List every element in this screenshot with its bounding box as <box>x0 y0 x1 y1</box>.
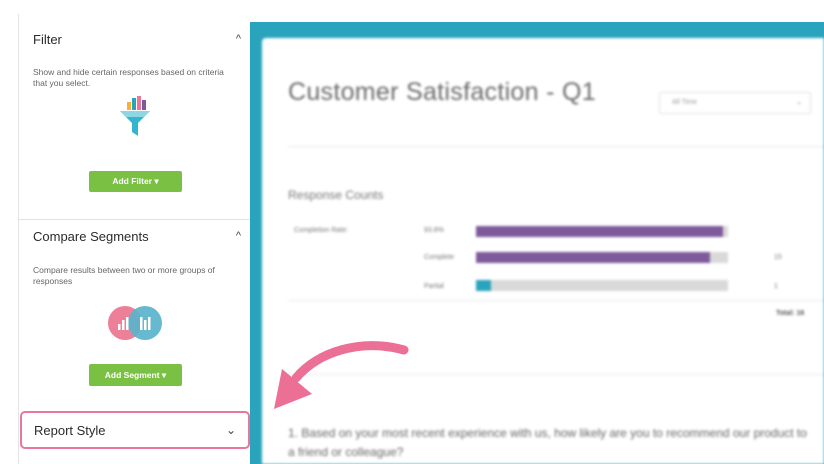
funnel-chart-icon <box>120 96 150 136</box>
row-count: 15 <box>774 254 782 261</box>
row-label: Complete <box>424 254 454 261</box>
panel-divider <box>19 219 251 220</box>
filter-title: Filter <box>33 32 62 47</box>
row-count: 1 <box>774 283 778 290</box>
report-title: Customer Satisfaction - Q1 <box>288 78 596 106</box>
bar-track <box>476 226 728 237</box>
divider <box>288 300 824 301</box>
add-filter-button[interactable]: Add Filter ▾ <box>89 171 182 192</box>
bar-fill <box>476 280 492 291</box>
bar-fill <box>476 252 711 263</box>
total-count: Total: 16 <box>776 310 805 317</box>
completion-rate-label: Completion Rate: <box>294 227 349 234</box>
question-text: 1. Based on your most recent experience … <box>288 426 807 459</box>
report-style-title: Report Style <box>34 422 106 438</box>
section-title: Response Counts <box>288 188 384 202</box>
compare-segments-title: Compare Segments <box>33 229 149 244</box>
row-label: Partial <box>424 283 444 290</box>
segments-chart-icon <box>108 306 162 340</box>
chevron-up-icon[interactable]: ^ <box>236 231 241 242</box>
row-label: 93.8% <box>424 227 444 234</box>
report-style-panel-header[interactable]: Report Style ⌄ <box>20 411 250 449</box>
add-segment-button[interactable]: Add Segment ▾ <box>89 364 182 386</box>
report-preview: Customer Satisfaction - Q1 All Time ⌄ Re… <box>262 38 824 464</box>
divider <box>288 146 824 147</box>
divider <box>288 374 824 375</box>
chevron-down-icon[interactable]: ⌄ <box>226 424 236 436</box>
chevron-down-icon: ⌄ <box>796 99 802 106</box>
bar-track <box>476 280 728 291</box>
bar-track <box>476 252 728 263</box>
compare-segments-panel-header[interactable]: Compare Segments ^ <box>19 229 251 244</box>
filter-description: Show and hide certain responses based on… <box>33 67 224 88</box>
bar-fill <box>476 226 723 237</box>
time-filter-select[interactable]: All Time ⌄ <box>659 92 811 114</box>
time-filter-value: All Time <box>672 99 697 106</box>
compare-segments-description: Compare results between two or more grou… <box>33 265 215 286</box>
filter-panel-header[interactable]: Filter ^ <box>19 32 251 47</box>
chevron-up-icon[interactable]: ^ <box>236 34 241 45</box>
sidebar: Filter ^ Show and hide certain responses… <box>18 14 251 464</box>
